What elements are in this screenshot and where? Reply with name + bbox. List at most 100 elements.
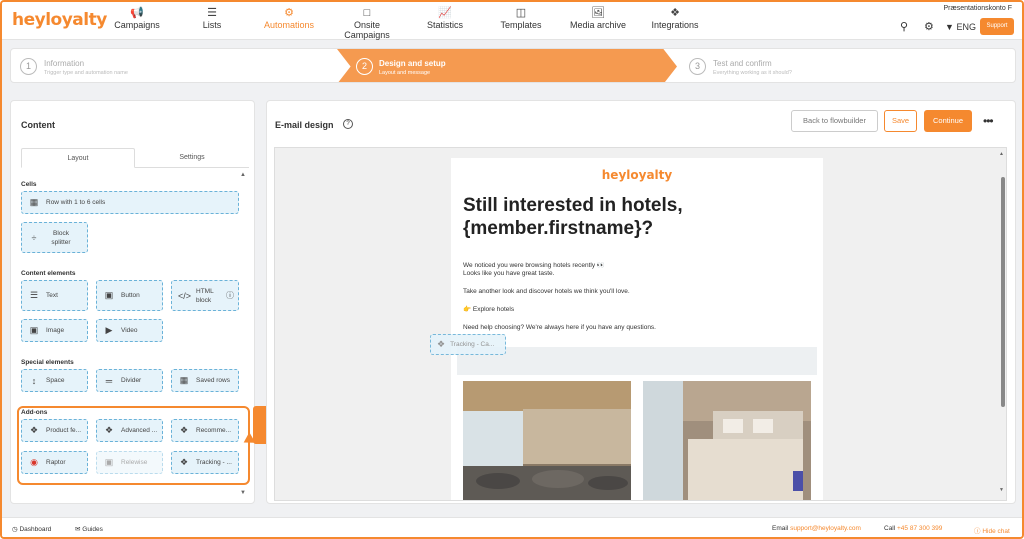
block-label: Text: [46, 292, 58, 299]
back-to-flowbuilder-button[interactable]: Back to flowbuilder: [791, 110, 878, 132]
email-link[interactable]: 👉 Explore hotels: [463, 306, 813, 315]
call-label: Call: [884, 525, 896, 532]
tracking-icon: ❖: [437, 339, 446, 349]
guides-icon: ✉: [75, 526, 81, 533]
addon-raptor[interactable]: ◉ Raptor: [21, 451, 88, 474]
footer-guides-label: Guides: [82, 526, 103, 533]
button-element[interactable]: ▣ Button: [96, 280, 163, 311]
continue-button[interactable]: Continue: [924, 110, 972, 132]
email-preview[interactable]: heyloyalty Still interested in hotels, {…: [451, 158, 823, 500]
dragging-tracking-block[interactable]: ❖ Tracking - Ca...: [430, 334, 506, 355]
tab-layout[interactable]: Layout: [21, 148, 135, 168]
addon-product-feed[interactable]: ❖ Product fe...: [21, 419, 88, 442]
step-information[interactable]: 1 Information Trigger type and automatio…: [11, 49, 341, 82]
email-paragraph[interactable]: Take another look and discover hotels we…: [463, 288, 813, 297]
footer-dashboard-link[interactable]: ◷ Dashboard: [12, 525, 51, 533]
divider-element[interactable]: ═ Divider: [96, 369, 163, 392]
support-phone-link[interactable]: +45 87 300 399: [897, 525, 942, 532]
more-options-icon[interactable]: •••: [983, 114, 994, 128]
nav-templates-label: Templates: [500, 20, 542, 30]
automation-icon: ⚙: [284, 7, 294, 19]
section-special-elements: Special elements: [21, 359, 74, 366]
scroll-up-arrow-icon[interactable]: ▲: [240, 172, 246, 178]
scrollbar-thumb[interactable]: [1001, 177, 1005, 407]
addon-recommendations[interactable]: ❖ Recomme...: [171, 419, 239, 442]
text-element[interactable]: ☰ Text: [21, 280, 88, 311]
tab-settings[interactable]: Settings: [135, 148, 249, 168]
product-feed-icon: ❖: [29, 425, 39, 435]
block-splitter[interactable]: ÷ Block splitter: [21, 222, 88, 253]
html-block-element[interactable]: </> HTML block ⓘ: [171, 280, 239, 311]
relewise-icon: ▣: [104, 457, 114, 467]
support-button[interactable]: Support: [980, 18, 1014, 35]
email-heading[interactable]: Still interested in hotels, {member.firs…: [463, 194, 813, 240]
row-cells-block[interactable]: ▦ Row with 1 to 6 cells: [21, 191, 239, 214]
drop-zone-row[interactable]: [457, 347, 817, 375]
nav-media-archive[interactable]: 🖼 Media archive: [569, 6, 627, 30]
block-label: Recomme...: [196, 427, 232, 434]
step-number: 3: [689, 58, 706, 75]
nav-automations-label: Automations: [263, 20, 315, 30]
panel-title: Content: [21, 120, 55, 130]
scroll-up-arrow-icon[interactable]: ▲: [999, 151, 1004, 157]
block-label: Product fe...: [46, 427, 82, 434]
content-tabs: Layout Settings: [21, 148, 249, 168]
search-icon[interactable]: ⚲: [900, 20, 908, 33]
help-icon[interactable]: ?: [343, 119, 353, 129]
nav-lists[interactable]: ☰ Lists: [200, 6, 224, 30]
footer-phone: Call +45 87 300 399: [884, 525, 942, 532]
block-label: Space: [46, 377, 65, 384]
email-paragraph[interactable]: Need help choosing? We're always here if…: [463, 324, 813, 333]
email-canvas[interactable]: heyloyalty Still interested in hotels, {…: [274, 147, 1007, 501]
block-label: Video: [121, 327, 138, 334]
drag-label: Tracking - Ca...: [450, 341, 495, 348]
megaphone-icon: 📢: [130, 7, 144, 19]
help-icon[interactable]: ⓘ: [226, 290, 234, 301]
block-label: Divider: [121, 377, 142, 384]
addon-advanced[interactable]: ❖ Advanced ...: [96, 419, 163, 442]
nav-automations[interactable]: ⚙ Automations: [263, 6, 315, 30]
folder-icon: ▦: [179, 375, 189, 385]
nav-templates[interactable]: ◫ Templates: [499, 6, 543, 30]
footer-guides-link[interactable]: ✉ Guides: [75, 525, 103, 533]
support-email-link[interactable]: support@heyloyalty.com: [790, 525, 861, 532]
user-settings-icon[interactable]: ⚙: [924, 20, 934, 33]
list-icon: ☰: [207, 7, 217, 19]
hide-chat-label: Hide chat: [982, 528, 1010, 535]
hotel-bedroom-image[interactable]: [643, 381, 811, 500]
saved-rows-element[interactable]: ▦ Saved rows: [171, 369, 239, 392]
image-icon: ▣: [29, 325, 39, 335]
image-element[interactable]: ▣ Image: [21, 319, 88, 342]
heyloyalty-logo[interactable]: heyloyalty: [12, 10, 107, 30]
step-design-and-setup[interactable]: 2 Design and setup Layout and message: [337, 49, 677, 82]
scroll-down-arrow-icon[interactable]: ▼: [999, 487, 1004, 493]
advanced-icon: ❖: [104, 425, 114, 435]
step-title: Test and confirm: [713, 59, 772, 68]
save-button[interactable]: Save: [884, 110, 917, 132]
nav-onsite-campaigns[interactable]: □ Onsite Campaigns: [332, 6, 402, 40]
video-element[interactable]: ▶ Video: [96, 319, 163, 342]
nav-statistics[interactable]: 📈 Statistics: [425, 6, 465, 30]
hide-chat-button[interactable]: ⓘ Hide chat: [974, 525, 1010, 535]
onsite-icon: □: [363, 7, 371, 19]
nav-integrations[interactable]: ❖ Integrations: [650, 6, 700, 30]
hotel-lobby-image[interactable]: [463, 381, 631, 500]
addon-tracking[interactable]: ❖ Tracking - ...: [171, 451, 239, 474]
nav-campaigns[interactable]: 📢 Campaigns: [114, 6, 160, 30]
step-subtitle: Trigger type and automation name: [44, 70, 128, 76]
footer: ◷ Dashboard ✉ Guides Email support@heylo…: [2, 517, 1022, 537]
step-test-and-confirm[interactable]: 3 Test and confirm Everything working as…: [681, 49, 1011, 82]
language-selector[interactable]: ▼ ENG: [945, 22, 976, 32]
block-label: Button: [121, 292, 140, 299]
section-cells: Cells: [21, 181, 37, 188]
section-addons: Add-ons: [21, 409, 48, 416]
block-label: Row with 1 to 6 cells: [46, 199, 106, 206]
nav-statistics-label: Statistics: [426, 20, 463, 30]
nav-integrations-label: Integrations: [651, 20, 699, 30]
account-name[interactable]: Præsentationskonto F: [944, 5, 1012, 12]
email-paragraph[interactable]: Looks like you have great taste.: [463, 270, 813, 279]
scroll-down-arrow-icon[interactable]: ▼: [240, 490, 246, 496]
space-element[interactable]: ↕ Space: [21, 369, 88, 392]
canvas-scrollbar[interactable]: ▲ ▼: [999, 151, 1007, 501]
block-label: Image: [46, 327, 65, 334]
